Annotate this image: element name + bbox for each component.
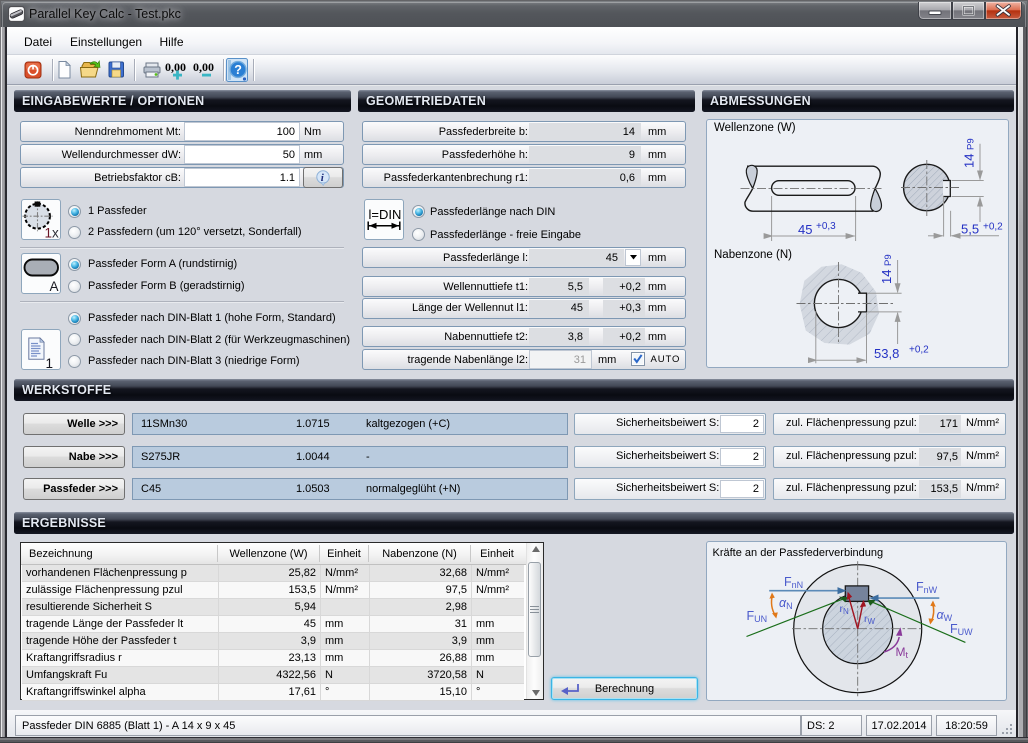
svg-text:14: 14 bbox=[962, 154, 977, 168]
svg-text:5,5: 5,5 bbox=[961, 222, 979, 237]
svg-text:FnN: FnN bbox=[784, 575, 803, 590]
svg-text:53,8: 53,8 bbox=[874, 346, 899, 361]
svg-text:+0,2: +0,2 bbox=[909, 345, 929, 356]
svg-text:A: A bbox=[50, 279, 59, 293]
svg-text:αW: αW bbox=[937, 608, 953, 623]
svg-text:0,00: 0,00 bbox=[165, 60, 186, 74]
svg-text:P9: P9 bbox=[883, 254, 894, 266]
svg-text:?: ? bbox=[234, 63, 242, 77]
svg-text:αN: αN bbox=[779, 596, 793, 611]
svg-text:45: 45 bbox=[798, 222, 812, 237]
svg-text:FUW: FUW bbox=[950, 622, 973, 637]
svg-text:0,00: 0,00 bbox=[193, 60, 214, 74]
svg-text:FnW: FnW bbox=[916, 580, 938, 595]
svg-text:1x: 1x bbox=[45, 226, 60, 240]
svg-text:+0,2: +0,2 bbox=[983, 222, 1003, 233]
svg-text:14: 14 bbox=[879, 270, 894, 284]
svg-text:l=DIN: l=DIN bbox=[369, 207, 402, 222]
svg-text:1: 1 bbox=[46, 356, 54, 369]
svg-text:FUN: FUN bbox=[747, 609, 768, 624]
svg-text:P9: P9 bbox=[966, 138, 977, 150]
svg-text:+0,3: +0,3 bbox=[816, 221, 836, 232]
